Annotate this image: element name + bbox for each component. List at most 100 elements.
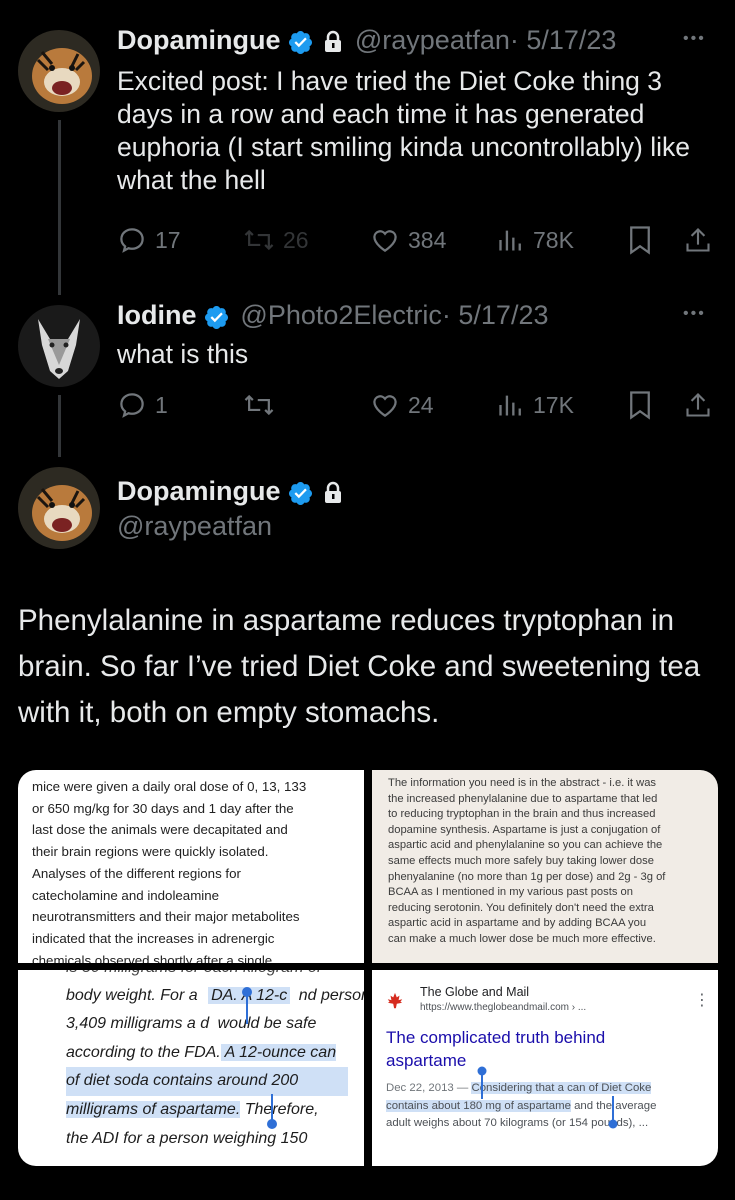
media-image-3[interactable]: is 50 milligrams for each kilogram of bo… — [18, 970, 364, 1166]
panel-3-text: Therefore, — [240, 1101, 319, 1118]
tiger-avatar-icon — [18, 30, 100, 112]
highlighted-text: of diet soda contains around 200 — [66, 1067, 349, 1096]
result-date: Dec 22, 2013 — — [386, 1082, 472, 1094]
heart-icon — [373, 230, 397, 252]
panel-1-line: catecholamine and indoleamine — [32, 887, 220, 903]
panel-1-line: last dose the animals were decapitated a… — [32, 822, 288, 838]
tweet-header: Dopamingue @raypeatfan· 5/17/23 — [117, 25, 616, 56]
retweet-icon — [244, 229, 274, 251]
result-title-link[interactable]: The complicated truth behind aspartame — [386, 1026, 636, 1072]
selection-handle-icon[interactable] — [240, 986, 254, 1026]
source-url[interactable]: https://www.theglobeandmail.com › ... — [420, 1002, 586, 1013]
like-count: 384 — [408, 226, 447, 253]
bookmark-button[interactable] — [627, 225, 653, 255]
panel-2-line: reducing serotonin. You definitely don't… — [388, 901, 654, 914]
media-image-4[interactable]: The Globe and Mail https://www.theglobea… — [372, 970, 718, 1166]
share-button[interactable] — [684, 225, 712, 255]
display-name[interactable]: Dopamingue — [117, 25, 281, 55]
like-button[interactable]: 24 — [370, 390, 434, 420]
panel-1-line: indicated that the increases in adrenerg… — [32, 930, 275, 946]
more-options-icon[interactable]: ••• — [683, 30, 706, 48]
timestamp[interactable]: · 5/17/23 — [442, 300, 549, 330]
panel-2-line: BCAA as I mentioned in my various past p… — [388, 886, 634, 899]
highlighted-text: Considering that a can of Diet Coke — [471, 1082, 652, 1094]
panel-2-line: to reducing tryptophan in the brain and … — [388, 808, 656, 821]
panel-2-line: can make a much lower dose be much more … — [388, 932, 656, 945]
panel-2-line: aspartic acid in aspartame and by adding… — [388, 917, 647, 930]
maple-leaf-icon — [387, 992, 403, 1009]
avatar-iodine[interactable] — [18, 305, 100, 387]
selection-handle-icon[interactable] — [265, 1092, 279, 1132]
panel-3-line: 3,409 milligrams a d would be safe — [66, 1010, 316, 1039]
panel-1-line: or 650 mg/kg for 30 days and 1 day after… — [32, 800, 294, 816]
verified-badge-icon — [288, 482, 312, 506]
panel-1-line: chemicals observed shortly after a singl… — [32, 952, 273, 963]
lock-icon — [325, 30, 342, 52]
source-name[interactable]: The Globe and Mail — [420, 985, 529, 999]
display-name[interactable]: Dopamingue — [117, 476, 281, 506]
views-button[interactable]: 78K — [497, 225, 574, 255]
retweet-icon — [244, 394, 274, 416]
display-name[interactable]: Iodine — [117, 300, 197, 330]
share-icon — [686, 228, 710, 252]
panel-3-line: according to the FDA. A 12-ounce can — [66, 1039, 337, 1068]
reply-count: 17 — [155, 226, 181, 253]
thread-connector — [58, 120, 61, 295]
thread-connector — [58, 395, 61, 457]
handle[interactable]: @raypeatfan — [117, 511, 272, 542]
panel-2-line: dopamine synthesis. Aspartame is just a … — [388, 823, 661, 836]
media-image-1[interactable]: mice were given a daily oral dose of 0, … — [18, 770, 364, 963]
handle[interactable]: @raypeatfan — [355, 25, 510, 55]
views-count: 78K — [533, 226, 574, 253]
tweet-text: Excited post: I have tried the Diet Coke… — [117, 66, 690, 195]
like-count: 24 — [408, 391, 434, 418]
reply-icon — [120, 228, 144, 253]
handle[interactable]: @Photo2Electric — [240, 300, 442, 330]
highlighted-text: A 12-ounce can — [220, 1044, 337, 1061]
views-chart-icon — [499, 395, 521, 416]
panel-1-line: their brain regions were quickly isolate… — [32, 844, 269, 860]
media-grid[interactable]: mice were given a daily oral dose of 0, … — [18, 770, 718, 1166]
more-options-icon[interactable]: ⋮ — [694, 990, 710, 1010]
highlighted-text: contains about 180 mg of aspartame — [386, 1099, 571, 1112]
wolf-avatar-icon — [18, 305, 100, 387]
media-image-2[interactable]: The information you need is in the abstr… — [372, 770, 718, 963]
share-button[interactable] — [684, 390, 712, 420]
tweet-header: Iodine @Photo2Electric· 5/17/23 — [117, 300, 548, 331]
retweet-button[interactable]: 26 — [243, 225, 309, 255]
selection-handle-icon[interactable] — [607, 1096, 619, 1130]
avatar-dopamingue[interactable] — [18, 30, 100, 112]
panel-2-line: same effects much more safely buy taking… — [388, 854, 654, 867]
heart-icon — [373, 395, 397, 417]
bookmark-button[interactable] — [627, 390, 653, 420]
tweet-text: what is this — [117, 339, 249, 369]
lock-icon — [325, 481, 342, 503]
timestamp[interactable]: · 5/17/23 — [510, 25, 617, 55]
reply-button[interactable]: 1 — [117, 390, 168, 420]
tweet-text: Phenylalanine in aspartame reduces trypt… — [18, 604, 701, 729]
avatar-dopamingue[interactable] — [18, 467, 100, 549]
panel-3-text: body weight. For a — [66, 987, 198, 1004]
retweet-button[interactable] — [243, 390, 283, 420]
panel-1-line: mice were given a daily oral dose of 0, … — [32, 779, 307, 794]
panel-1-line: Analyses of the different regions for — [32, 865, 241, 881]
retweet-count: 26 — [283, 226, 309, 253]
panel-3-line: body weight. For a DA. A 12-c nd person, — [66, 982, 364, 1011]
result-snippet: Dec 22, 2013 — Considering that a can of… — [386, 1080, 716, 1133]
tiger-avatar-icon — [18, 467, 100, 549]
reply-button[interactable]: 17 — [117, 225, 181, 255]
views-chart-icon — [499, 230, 521, 251]
tweet-header: Dopamingue — [117, 476, 344, 507]
panel-1-line: neurotransmitters and their major metabo… — [32, 909, 300, 925]
views-button[interactable]: 17K — [497, 390, 574, 420]
more-options-icon[interactable]: ••• — [683, 305, 706, 323]
panel-3-text: 3,409 milligrams a d — [66, 1015, 210, 1032]
panel-3-text: would be safe — [217, 1015, 317, 1032]
panel-2-line: phenyalanine (no more than 1g per dose) … — [388, 870, 666, 883]
like-button[interactable]: 384 — [370, 225, 446, 255]
selection-handle-icon[interactable] — [476, 1066, 488, 1100]
panel-3-line: milligrams of aspartame. Therefore, — [66, 1096, 319, 1125]
views-count: 17K — [533, 391, 574, 418]
panel-3-cutoff-line: is 50 milligrams for each kilogram of — [66, 970, 321, 983]
panel-3-text: nd person, — [298, 987, 364, 1004]
